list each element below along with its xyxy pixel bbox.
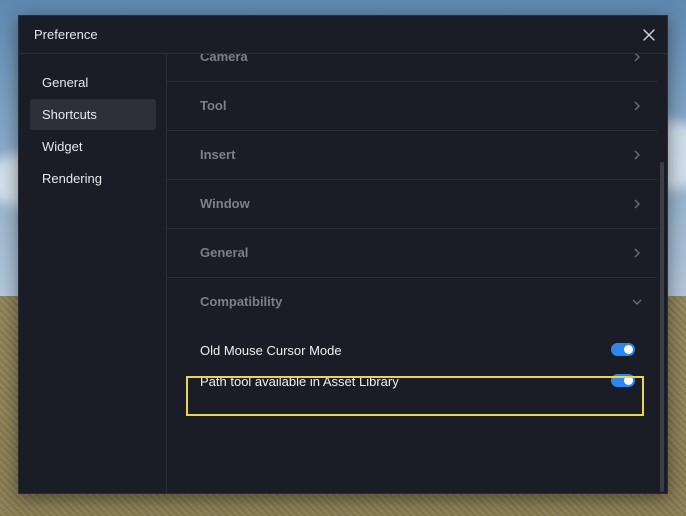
section-label: Camera: [200, 54, 248, 64]
dialog-title: Preference: [34, 27, 98, 42]
section-label: Insert: [200, 147, 236, 162]
setting-path-tool-asset-library: Path tool available in Asset Library: [167, 366, 657, 396]
section-general[interactable]: General: [167, 229, 657, 278]
chevron-right-icon: [631, 246, 643, 258]
sidebar: General Shortcuts Widget Rendering: [19, 54, 167, 493]
chevron-right-icon: [631, 54, 643, 62]
sidebar-item-shortcuts[interactable]: Shortcuts: [30, 99, 156, 130]
close-icon[interactable]: [639, 25, 659, 45]
chevron-right-icon: [631, 148, 643, 160]
setting-label: Old Mouse Cursor Mode: [200, 343, 342, 358]
section-window[interactable]: Window: [167, 180, 657, 229]
section-tool[interactable]: Tool: [167, 82, 657, 131]
section-label: Compatibility: [200, 294, 283, 309]
toggle-knob: [624, 345, 633, 354]
sidebar-item-general[interactable]: General: [30, 67, 156, 98]
setting-label: Path tool available in Asset Library: [200, 374, 399, 389]
chevron-right-icon: [631, 197, 643, 209]
path-tool-asset-library-toggle[interactable]: [611, 374, 635, 387]
scrollbar[interactable]: [660, 162, 664, 492]
shortcuts-panel: Camera Tool Insert Window General Compat…: [167, 54, 667, 493]
section-label: General: [200, 245, 249, 260]
preference-dialog: Preference General Shortcuts Widget Rend…: [18, 15, 668, 494]
section-label: Tool: [200, 98, 227, 113]
sidebar-item-widget[interactable]: Widget: [30, 131, 156, 162]
sidebar-item-rendering[interactable]: Rendering: [30, 163, 156, 194]
dialog-titlebar: Preference: [19, 16, 667, 54]
chevron-right-icon: [631, 99, 643, 111]
section-camera[interactable]: Camera: [167, 54, 657, 82]
setting-old-mouse-cursor-mode: Old Mouse Cursor Mode: [167, 335, 657, 365]
chevron-down-icon: [631, 295, 643, 307]
old-mouse-cursor-mode-toggle[interactable]: [611, 343, 635, 356]
section-compatibility[interactable]: Compatibility: [167, 278, 657, 327]
section-label: Window: [200, 196, 250, 211]
section-insert[interactable]: Insert: [167, 131, 657, 180]
toggle-knob: [624, 376, 633, 385]
